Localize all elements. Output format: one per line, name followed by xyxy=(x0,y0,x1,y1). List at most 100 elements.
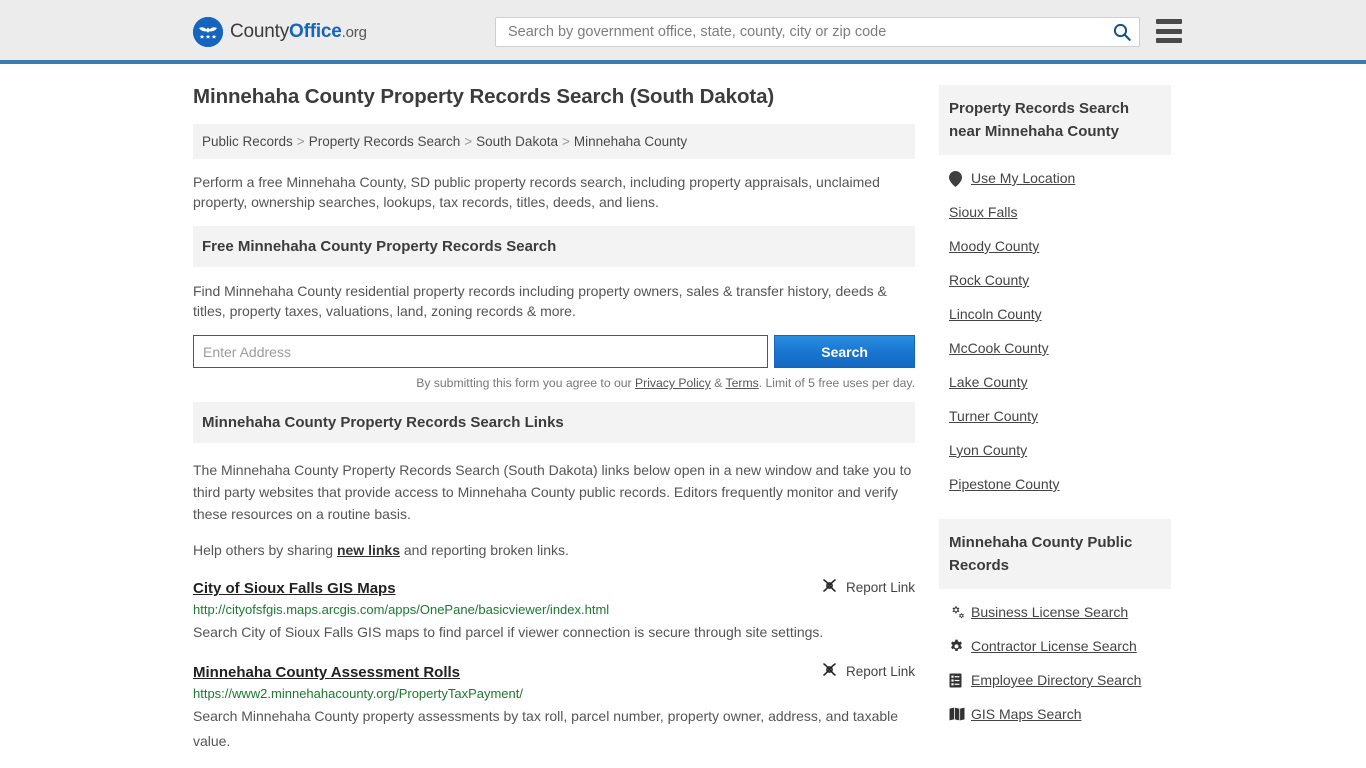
site-logo[interactable]: CountyOffice.org xyxy=(193,17,367,47)
result-link-header: City of Sioux Falls GIS Maps Report Link xyxy=(193,578,915,597)
report-link-label: Report Link xyxy=(845,663,915,679)
breadcrumb-item-public-records[interactable]: Public Records xyxy=(202,134,293,149)
search-icon[interactable] xyxy=(1105,18,1139,46)
sidebar-nearby-heading: Property Records Search near Minnehaha C… xyxy=(939,85,1171,155)
logo-text-county: County xyxy=(230,21,290,42)
main-column: Minnehaha County Property Records Search… xyxy=(193,85,915,754)
fineprint-amp: & xyxy=(710,376,726,390)
sidebar-item-use-my-location[interactable]: Use My Location xyxy=(949,161,1171,195)
sidebar-nearby-list: Use My Location Sioux Falls Moody County… xyxy=(939,155,1171,505)
page-title: Minnehaha County Property Records Search… xyxy=(193,85,775,108)
hamburger-bar-2 xyxy=(1156,28,1182,34)
hamburger-menu-icon[interactable] xyxy=(1156,19,1182,43)
address-search-row: Search xyxy=(193,335,915,368)
page-intro-text: Perform a free Minnehaha County, SD publ… xyxy=(193,174,880,210)
address-search-button[interactable]: Search xyxy=(774,335,915,368)
result-link-url: http://cityofsfgis.maps.arcgis.com/apps/… xyxy=(193,602,610,617)
map-pin-icon xyxy=(949,170,964,187)
gears-icon xyxy=(949,605,964,620)
sidebar-item-sioux-falls[interactable]: Sioux Falls xyxy=(949,195,1171,229)
breadcrumb-item-property-records-search[interactable]: Property Records Search xyxy=(309,134,461,149)
result-link-header: Minnehaha County Assessment Rolls Report… xyxy=(193,662,915,681)
global-search-input[interactable] xyxy=(496,24,1105,40)
search-links-paragraph: The Minnehaha County Property Records Se… xyxy=(193,462,912,522)
breadcrumb-separator: > xyxy=(561,134,570,149)
sidebar-item-turner-county[interactable]: Turner County xyxy=(949,399,1171,433)
site-logo-text: CountyOffice.org xyxy=(230,21,367,43)
sidebar-item-label[interactable]: Lincoln County xyxy=(949,306,1042,322)
sidebar-public-records-list: Business License Search Contractor Licen… xyxy=(939,589,1171,735)
breadcrumb-separator: > xyxy=(464,134,473,149)
breadcrumb-item-minnehaha-county[interactable]: Minnehaha County xyxy=(574,134,687,149)
broken-link-icon xyxy=(821,578,838,596)
site-header: CountyOffice.org xyxy=(0,0,1366,64)
sidebar-item-label[interactable]: Use My Location xyxy=(971,170,1075,186)
result-link-description: Search City of Sioux Falls GIS maps to f… xyxy=(193,624,824,640)
sidebar-item-employee-directory-search[interactable]: Employee Directory Search xyxy=(949,663,1171,697)
result-link-url: https://www2.minnehahacounty.org/Propert… xyxy=(193,686,523,701)
sidebar-item-label[interactable]: Turner County xyxy=(949,408,1038,424)
logo-text-office: Office xyxy=(289,21,342,42)
sidebar-item-moody-county[interactable]: Moody County xyxy=(949,229,1171,263)
sidebar-item-label[interactable]: Contractor License Search xyxy=(971,638,1137,654)
report-link-button[interactable]: Report Link xyxy=(821,662,915,680)
report-link-button[interactable]: Report Link xyxy=(821,578,915,596)
gear-icon xyxy=(949,639,964,654)
sidebar-item-rock-county[interactable]: Rock County xyxy=(949,263,1171,297)
map-book-icon xyxy=(949,707,965,722)
search-links-intro: The Minnehaha County Property Records Se… xyxy=(193,443,915,561)
sidebar-item-label[interactable]: Pipestone County xyxy=(949,476,1060,492)
list-document-icon xyxy=(949,673,964,688)
breadcrumb-item-south-dakota[interactable]: South Dakota xyxy=(476,134,558,149)
sidebar-item-label[interactable]: McCook County xyxy=(949,340,1049,356)
search-links-help: Help others by sharing new links and rep… xyxy=(193,539,915,561)
result-link-item: Minnehaha County Assessment Rolls Report… xyxy=(193,662,915,754)
result-link-item: City of Sioux Falls GIS Maps Report Link… xyxy=(193,578,915,645)
fineprint-before: By submitting this form you agree to our xyxy=(416,376,635,390)
sidebar-item-mccook-county[interactable]: McCook County xyxy=(949,331,1171,365)
free-search-form: Find Minnehaha County residential proper… xyxy=(193,267,915,390)
sidebar-item-label[interactable]: Lake County xyxy=(949,374,1028,390)
help-before: Help others by sharing xyxy=(193,542,337,558)
sidebar-item-label[interactable]: GIS Maps Search xyxy=(971,706,1082,722)
help-after: and reporting broken links. xyxy=(400,542,569,558)
search-links-heading: Minnehaha County Property Records Search… xyxy=(193,402,915,443)
result-link-title[interactable]: Minnehaha County Assessment Rolls xyxy=(193,664,460,681)
result-link-description: Search Minnehaha County property assessm… xyxy=(193,708,899,749)
sidebar: Property Records Search near Minnehaha C… xyxy=(939,85,1171,754)
sidebar-item-lincoln-county[interactable]: Lincoln County xyxy=(949,297,1171,331)
breadcrumb: Public Records > Property Records Search > S… xyxy=(193,124,915,159)
new-links-link[interactable]: new links xyxy=(337,542,400,558)
sidebar-item-lyon-county[interactable]: Lyon County xyxy=(949,433,1171,467)
sidebar-item-label[interactable]: Employee Directory Search xyxy=(971,672,1141,688)
free-search-description: Find Minnehaha County residential proper… xyxy=(193,283,887,319)
sidebar-item-label[interactable]: Business License Search xyxy=(971,604,1128,620)
form-fineprint: By submitting this form you agree to our… xyxy=(193,376,915,390)
sidebar-item-label[interactable]: Lyon County xyxy=(949,442,1027,458)
privacy-policy-link[interactable]: Privacy Policy xyxy=(635,376,711,390)
sidebar-item-label[interactable]: Sioux Falls xyxy=(949,204,1017,220)
address-input[interactable] xyxy=(193,335,769,368)
report-link-label: Report Link xyxy=(845,579,915,595)
hamburger-bar-1 xyxy=(1156,19,1182,24)
breadcrumb-separator: > xyxy=(296,134,305,149)
broken-link-icon xyxy=(821,662,838,680)
terms-link[interactable]: Terms xyxy=(726,376,759,390)
sidebar-item-business-license-search[interactable]: Business License Search xyxy=(949,595,1171,629)
sidebar-item-lake-county[interactable]: Lake County xyxy=(949,365,1171,399)
eagle-seal-icon xyxy=(193,17,223,47)
sidebar-item-contractor-license-search[interactable]: Contractor License Search xyxy=(949,629,1171,663)
sidebar-item-label[interactable]: Moody County xyxy=(949,238,1039,254)
sidebar-item-pipestone-county[interactable]: Pipestone County xyxy=(949,467,1171,501)
sidebar-item-label[interactable]: Rock County xyxy=(949,272,1029,288)
sidebar-item-gis-maps-search[interactable]: GIS Maps Search xyxy=(949,697,1171,731)
result-link-title[interactable]: City of Sioux Falls GIS Maps xyxy=(193,580,396,597)
page-body: Minnehaha County Property Records Search… xyxy=(0,64,1366,754)
fineprint-after: . Limit of 5 free uses per day. xyxy=(758,376,915,390)
logo-text-org: .org xyxy=(341,24,367,41)
hamburger-bar-3 xyxy=(1156,38,1182,43)
free-search-heading: Free Minnehaha County Property Records S… xyxy=(193,226,915,267)
sidebar-public-records-heading: Minnehaha County Public Records xyxy=(939,519,1171,589)
global-search-box[interactable] xyxy=(495,17,1140,47)
